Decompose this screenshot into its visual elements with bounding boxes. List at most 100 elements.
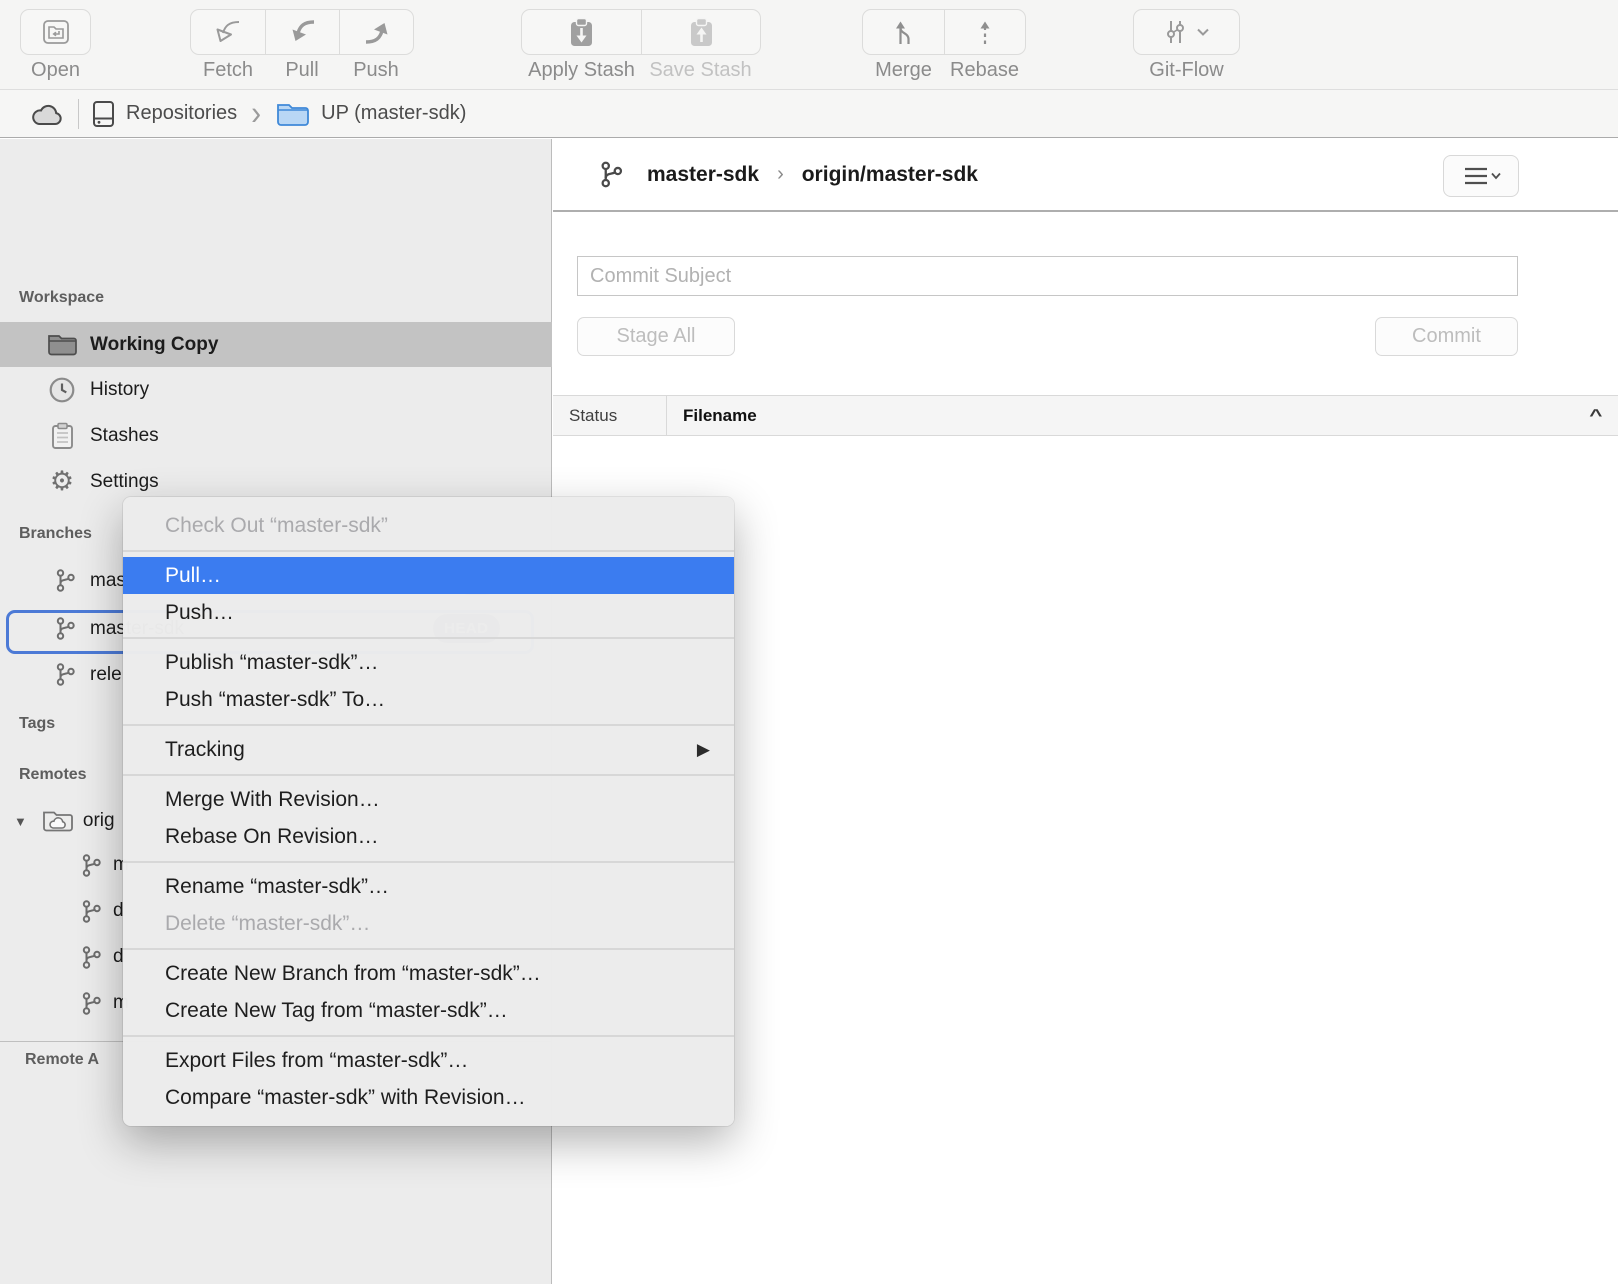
menu-item-checkout: Check Out “master-sdk” bbox=[123, 507, 734, 544]
merge-button[interactable] bbox=[863, 10, 944, 54]
gitflow-label: Git-Flow bbox=[1134, 59, 1239, 82]
clipboard-icon bbox=[45, 422, 79, 450]
menu-item-export-files[interactable]: Export Files from “master-sdk”… bbox=[123, 1042, 734, 1079]
status-column-header[interactable]: Status bbox=[553, 406, 666, 426]
clock-icon bbox=[45, 376, 79, 404]
merge-label: Merge bbox=[863, 59, 944, 82]
branch-icon bbox=[50, 662, 80, 687]
menu-item-create-tag[interactable]: Create New Tag from “master-sdk”… bbox=[123, 992, 734, 1029]
sidebar-item-working-copy[interactable]: Working Copy bbox=[0, 322, 552, 367]
breadcrumb: Repositories › UP (master-sdk) bbox=[0, 89, 1618, 138]
rebase-label: Rebase bbox=[944, 59, 1025, 82]
menu-item-label: Rebase On Revision… bbox=[165, 825, 710, 849]
folder-icon bbox=[45, 332, 79, 357]
menu-separator bbox=[123, 637, 734, 639]
open-button-group: Open bbox=[20, 9, 91, 82]
branch-label: rele bbox=[90, 664, 122, 686]
remote-branch-label: d bbox=[113, 946, 124, 968]
breadcrumb-repositories[interactable]: Repositories bbox=[126, 102, 237, 125]
remote-folder-icon bbox=[41, 808, 75, 834]
branches-section-label: Branches bbox=[19, 525, 92, 543]
menu-item-publish[interactable]: Publish “master-sdk”… bbox=[123, 644, 734, 681]
sidebar-item-history[interactable]: History bbox=[0, 367, 552, 412]
merge-button-group: Merge Rebase bbox=[862, 9, 1026, 82]
collapse-chevron-icon[interactable]: ^ bbox=[1590, 406, 1618, 425]
branch-icon bbox=[50, 616, 80, 641]
remotes-section-label: Remotes bbox=[19, 766, 87, 784]
cloud-icon[interactable] bbox=[30, 100, 66, 127]
sidebar-item-label: Stashes bbox=[90, 425, 159, 447]
menu-item-label: Rename “master-sdk”… bbox=[165, 875, 710, 899]
menu-item-label: Push “master-sdk” To… bbox=[165, 688, 710, 712]
menu-item-label: Push… bbox=[165, 601, 710, 625]
menu-item-push-to[interactable]: Push “master-sdk” To… bbox=[123, 681, 734, 718]
pull-label: Pull bbox=[265, 59, 339, 82]
breadcrumb-chevron-icon: › bbox=[251, 96, 261, 131]
sidebar-item-label: History bbox=[90, 379, 149, 401]
filename-column-header[interactable]: Filename bbox=[667, 406, 1595, 426]
save-stash-label: Save Stash bbox=[641, 59, 760, 82]
disclosure-triangle-icon[interactable]: ▼ bbox=[14, 814, 27, 829]
menu-item-tracking[interactable]: Tracking▶ bbox=[123, 731, 734, 768]
pull-icon bbox=[287, 16, 319, 48]
workspace-section-label: Workspace bbox=[19, 289, 104, 307]
menu-item-label: Publish “master-sdk”… bbox=[165, 651, 710, 675]
menu-item-delete: Delete “master-sdk”… bbox=[123, 905, 734, 942]
apply-stash-label: Apply Stash bbox=[522, 59, 641, 82]
stage-all-button[interactable]: Stage All bbox=[577, 317, 735, 356]
menu-separator bbox=[123, 948, 734, 950]
fetch-button[interactable] bbox=[191, 10, 265, 54]
open-button[interactable] bbox=[21, 10, 90, 54]
gitflow-dropdown-chevron-icon bbox=[1196, 27, 1210, 37]
menu-item-compare-with-revision[interactable]: Compare “master-sdk” with Revision… bbox=[123, 1079, 734, 1116]
gitflow-button[interactable] bbox=[1134, 10, 1239, 54]
menu-separator bbox=[123, 550, 734, 552]
menu-item-rebase-on-revision[interactable]: Rebase On Revision… bbox=[123, 818, 734, 855]
save-stash-button bbox=[641, 10, 760, 54]
remote-branch-label: d bbox=[113, 900, 124, 922]
menu-item-merge-with-revision[interactable]: Merge With Revision… bbox=[123, 781, 734, 818]
menu-item-label: Delete “master-sdk”… bbox=[165, 912, 710, 936]
branch-context-menu: Check Out “master-sdk” Pull… Push… Publi… bbox=[123, 497, 734, 1126]
commit-subject-input[interactable] bbox=[577, 256, 1518, 296]
sidebar-item-stashes[interactable]: Stashes bbox=[0, 413, 552, 458]
commit-button[interactable]: Commit bbox=[1375, 317, 1518, 356]
branch-icon bbox=[598, 160, 624, 189]
gear-icon: ⚙ bbox=[45, 466, 79, 497]
menu-item-label: Check Out “master-sdk” bbox=[165, 514, 710, 538]
remote-label: orig bbox=[83, 810, 115, 832]
menu-item-label: Compare “master-sdk” with Revision… bbox=[165, 1086, 710, 1110]
tracked-remote-branch-name: origin/master-sdk bbox=[802, 163, 978, 187]
local-repos-icon[interactable] bbox=[91, 99, 116, 129]
menu-item-create-branch[interactable]: Create New Branch from “master-sdk”… bbox=[123, 955, 734, 992]
push-icon bbox=[361, 16, 393, 48]
menu-item-push[interactable]: Push… bbox=[123, 594, 734, 631]
menu-separator bbox=[123, 861, 734, 863]
menu-item-label: Tracking bbox=[165, 738, 697, 762]
apply-stash-button[interactable] bbox=[522, 10, 641, 54]
menu-item-label: Create New Branch from “master-sdk”… bbox=[165, 962, 710, 986]
fetch-icon bbox=[212, 16, 244, 48]
branch-icon bbox=[76, 853, 106, 878]
menu-separator bbox=[123, 724, 734, 726]
push-button[interactable] bbox=[339, 10, 413, 54]
current-branch-name: master-sdk bbox=[647, 163, 759, 187]
menu-item-rename[interactable]: Rename “master-sdk”… bbox=[123, 868, 734, 905]
rebase-button[interactable] bbox=[944, 10, 1025, 54]
repo-folder-icon bbox=[275, 100, 311, 128]
apply-stash-icon bbox=[568, 17, 595, 48]
view-options-button[interactable] bbox=[1443, 155, 1519, 197]
rebase-icon bbox=[972, 17, 998, 47]
breadcrumb-divider bbox=[78, 99, 79, 129]
file-table-header: Status Filename ^ bbox=[553, 395, 1618, 436]
submenu-arrow-icon: ▶ bbox=[697, 740, 710, 760]
menu-separator bbox=[123, 1035, 734, 1037]
menu-item-pull[interactable]: Pull… bbox=[123, 557, 734, 594]
breadcrumb-current-repo[interactable]: UP (master-sdk) bbox=[321, 102, 466, 125]
save-stash-icon bbox=[688, 17, 715, 48]
branch-icon bbox=[76, 945, 106, 970]
sync-button-group: Fetch Pull Push bbox=[190, 9, 414, 82]
menu-item-label: Create New Tag from “master-sdk”… bbox=[165, 999, 710, 1023]
branch-header-chevron-icon: › bbox=[777, 163, 784, 186]
pull-button[interactable] bbox=[265, 10, 339, 54]
